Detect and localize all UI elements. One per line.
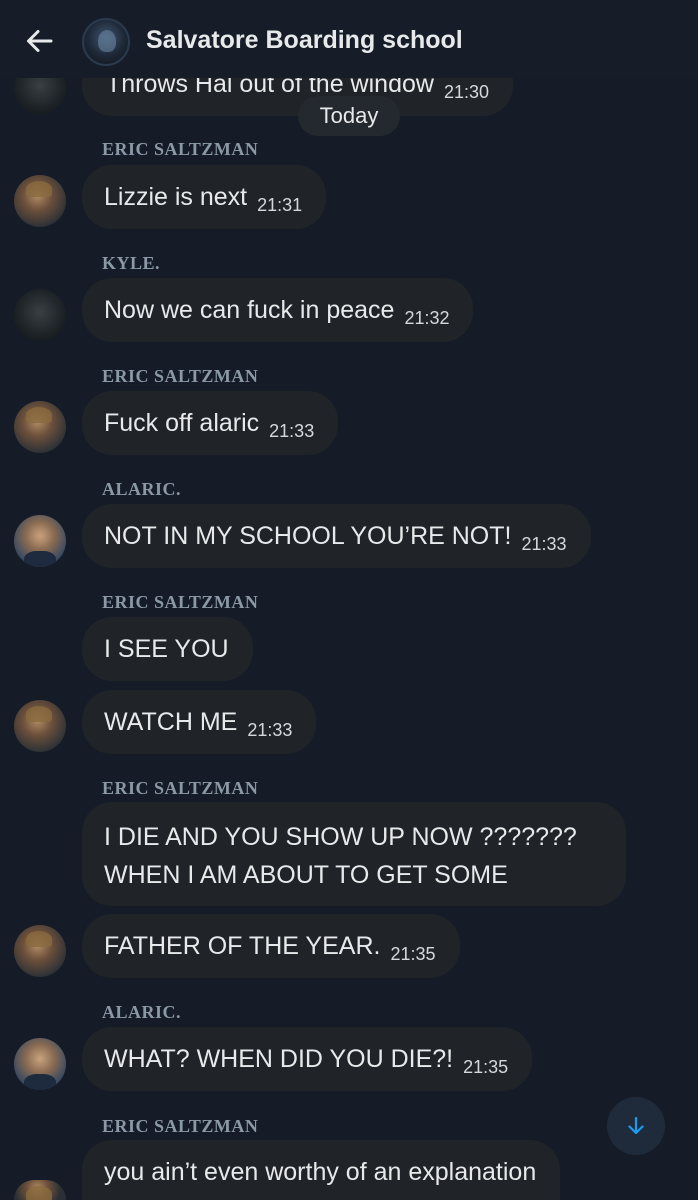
avatar[interactable] <box>14 515 66 567</box>
message-text: Now we can fuck in peace <box>104 296 395 324</box>
message-time: 21:35 <box>463 1057 509 1077</box>
message-time: 21:33 <box>247 720 293 740</box>
sender-name: ERIC SALTZMAN <box>102 366 259 386</box>
chat-area[interactable]: Throws Hal out of the window 21:30 Today … <box>0 0 698 1200</box>
message-time: 21:31 <box>257 195 303 215</box>
message-text: WATCH ME <box>104 708 238 736</box>
scroll-down-button[interactable] <box>607 1097 665 1155</box>
message-text: you ain’t even worthy of an explanation <box>104 1158 537 1186</box>
arrow-down-icon <box>628 1116 644 1135</box>
message-time: 21:30 <box>443 82 489 102</box>
message-bubble[interactable]: WATCH ME 21:33 <box>82 690 317 754</box>
message-text: FATHER OF THE YEAR. <box>104 932 381 960</box>
message-text: Fuck off alaric <box>104 409 260 437</box>
avatar[interactable] <box>14 401 66 453</box>
avatar[interactable] <box>14 925 66 977</box>
message-text-line: WHEN I AM ABOUT TO GET SOME <box>104 861 508 889</box>
message-bubble[interactable]: you ain’t even worthy of an explanation <box>82 1140 561 1200</box>
avatar[interactable] <box>14 175 66 227</box>
sender-name: ALARIC. <box>102 479 182 499</box>
message-text-line: I DIE AND YOU SHOW UP NOW ??????? <box>104 823 577 851</box>
message-time: 21:33 <box>269 421 315 441</box>
avatar[interactable] <box>14 1180 66 1200</box>
chat-header: Salvatore Boarding school <box>0 0 698 78</box>
message-bubble[interactable]: WHAT? WHEN DID YOU DIE?! 21:35 <box>82 1027 533 1091</box>
sender-name: ERIC SALTZMAN <box>102 778 259 798</box>
message-time: 21:35 <box>390 944 436 964</box>
message-bubble[interactable]: NOT IN MY SCHOOL YOU’RE NOT! 21:33 <box>82 504 591 568</box>
sender-name: KYLE. <box>102 253 161 273</box>
avatar[interactable] <box>14 700 66 752</box>
message-bubble[interactable]: I DIE AND YOU SHOW UP NOW ??????? WHEN I… <box>82 802 626 906</box>
back-button[interactable] <box>24 26 54 56</box>
message-time: 21:33 <box>521 534 567 554</box>
message-text: I SEE YOU <box>104 635 229 663</box>
sender-name: ERIC SALTZMAN <box>102 139 259 159</box>
message-bubble[interactable]: Now we can fuck in peace 21:32 <box>82 278 474 342</box>
sender-name: ERIC SALTZMAN <box>102 592 259 612</box>
message-text: WHAT? WHEN DID YOU DIE?! <box>104 1045 454 1073</box>
message-text: Lizzie is next <box>104 183 248 211</box>
message-text: NOT IN MY SCHOOL YOU’RE NOT! <box>104 522 512 550</box>
message-bubble[interactable]: Lizzie is next 21:31 <box>82 165 327 229</box>
group-avatar[interactable] <box>82 18 130 66</box>
message-bubble[interactable]: FATHER OF THE YEAR. 21:35 <box>82 914 460 978</box>
avatar[interactable] <box>14 289 66 341</box>
avatar[interactable] <box>14 1038 66 1090</box>
sender-name: ERIC SALTZMAN <box>102 1116 259 1136</box>
arrow-left-icon <box>27 30 53 52</box>
chat-title[interactable]: Salvatore Boarding school <box>146 26 463 55</box>
message-bubble[interactable]: I SEE YOU <box>82 617 253 681</box>
message-time: 21:32 <box>404 308 450 328</box>
date-separator: Today <box>298 96 400 136</box>
sender-name: ALARIC. <box>102 1002 182 1022</box>
message-bubble[interactable]: Fuck off alaric 21:33 <box>82 391 339 455</box>
